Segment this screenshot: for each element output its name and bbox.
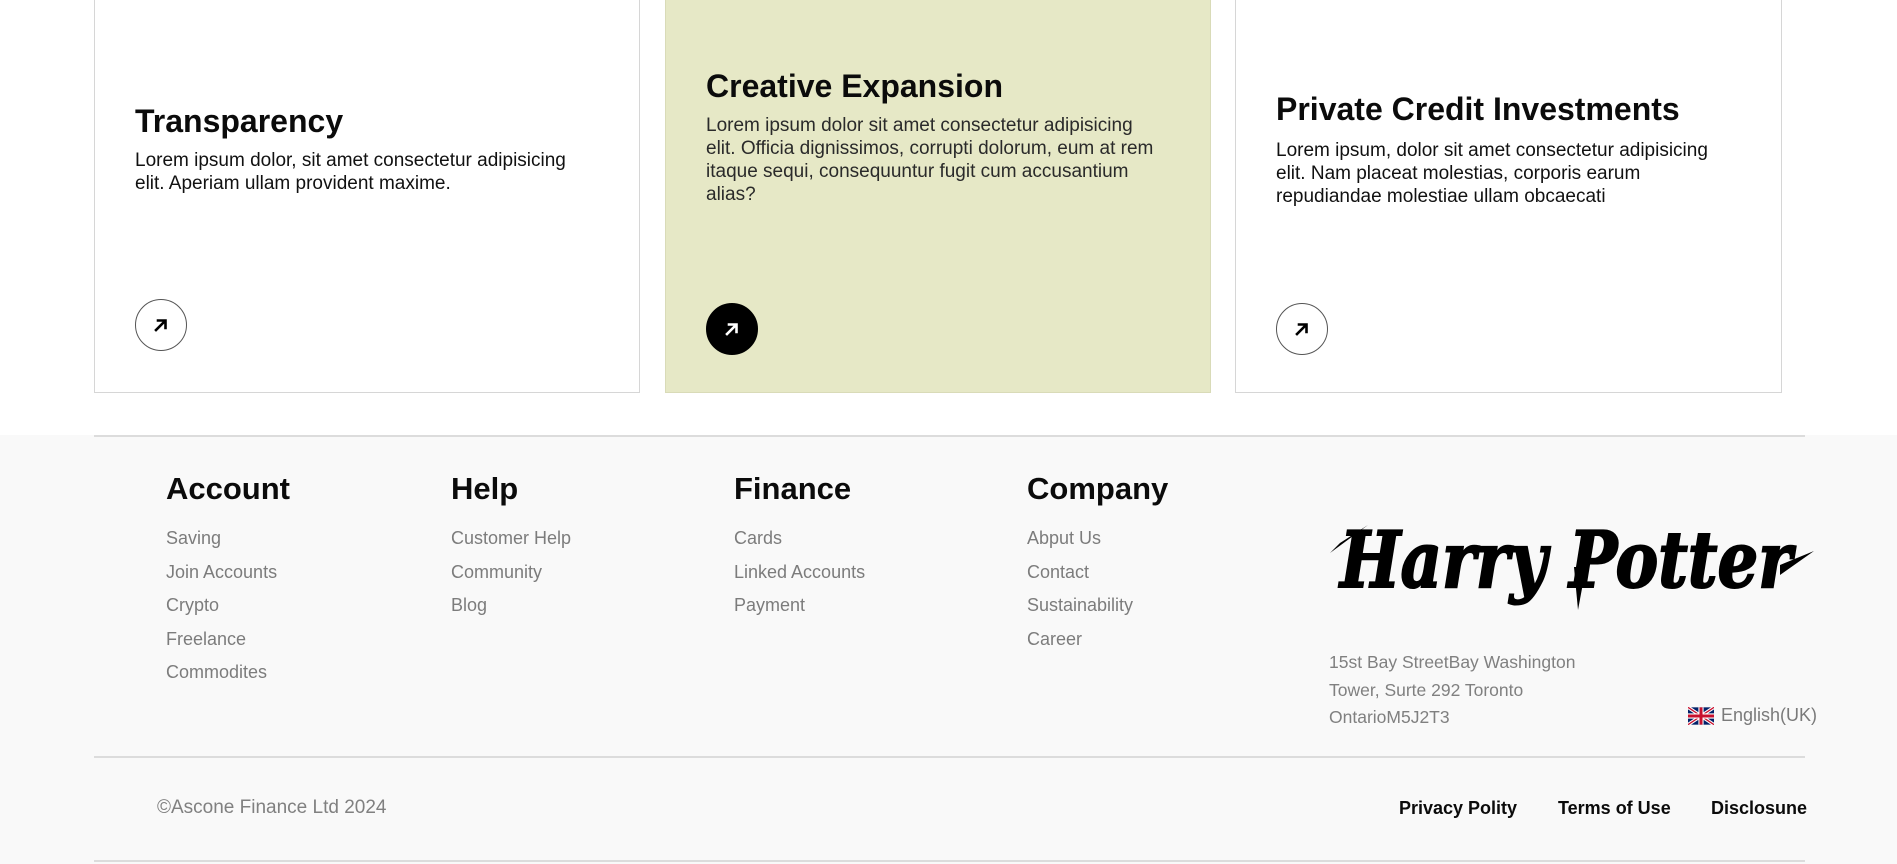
uk-flag-icon bbox=[1688, 706, 1714, 725]
footer-divider-top bbox=[94, 435, 1805, 437]
privacy-policy-link[interactable]: Privacy Polity bbox=[1399, 798, 1517, 819]
disclosure-link[interactable]: Disclosune bbox=[1711, 798, 1807, 819]
site-footer: Account Saving Join Accounts Crypto Free… bbox=[0, 435, 1897, 864]
terms-of-use-link[interactable]: Terms of Use bbox=[1558, 798, 1671, 819]
language-label: English(UK) bbox=[1721, 705, 1818, 725]
footer-column-finance: Finance Cards Linked Accounts Payment bbox=[734, 471, 865, 628]
address-line: Tower, Surte 292 Toronto bbox=[1329, 679, 1524, 700]
copyright-text: ©Ascone Finance Ltd 2024 bbox=[157, 797, 387, 818]
company-address: 15st Bay StreetBay Washington Tower, Sur… bbox=[1329, 649, 1575, 732]
language-selector[interactable]: English(UK) bbox=[1688, 705, 1817, 726]
footer-column-title: Company bbox=[1027, 471, 1169, 506]
footer-link[interactable]: Community bbox=[451, 561, 571, 595]
footer-link[interactable]: Freelance bbox=[166, 628, 290, 662]
card-title: Transparency bbox=[135, 103, 344, 139]
footer-column-company: Company Abput Us Contact Sustainability … bbox=[1027, 471, 1168, 661]
footer-column-title: Account bbox=[166, 471, 290, 506]
footer-divider-middle bbox=[94, 756, 1805, 758]
card-arrow-button[interactable] bbox=[706, 303, 758, 355]
footer-link[interactable]: Abput Us bbox=[1027, 527, 1168, 561]
footer-link[interactable]: Crypto bbox=[166, 594, 290, 628]
footer-link[interactable]: Payment bbox=[734, 594, 865, 628]
footer-column-title: Help bbox=[451, 471, 519, 506]
footer-link[interactable]: Linked Accounts bbox=[734, 561, 865, 595]
address-line: OntarioM5J2T3 bbox=[1329, 707, 1450, 727]
logo-text: Harry Potter bbox=[1338, 515, 1796, 606]
card-title: Private Credit Investments bbox=[1276, 91, 1680, 127]
card-text: Lorem ipsum, dolor sit amet consectetur … bbox=[1276, 140, 1708, 207]
footer-link[interactable]: Commodites bbox=[166, 661, 290, 695]
feature-card-creative-expansion: Creative Expansion Lorem ipsum dolor sit… bbox=[665, 0, 1211, 393]
features-section: Transparency Lorem ipsum dolor, sit amet… bbox=[0, 0, 1897, 435]
feature-card-private-credit: Private Credit Investments Lorem ipsum, … bbox=[1235, 0, 1782, 393]
feature-card-transparency: Transparency Lorem ipsum dolor, sit amet… bbox=[94, 0, 640, 393]
footer-link[interactable]: Customer Help bbox=[451, 527, 571, 561]
card-arrow-button[interactable] bbox=[1276, 303, 1328, 355]
brand-logo[interactable]: Harry Potter bbox=[1328, 505, 1816, 613]
footer-link[interactable]: Blog bbox=[451, 594, 571, 628]
arrow-up-right-icon bbox=[1295, 323, 1308, 336]
footer-divider-bottom bbox=[94, 860, 1805, 862]
footer-column-title: Finance bbox=[734, 471, 852, 506]
card-text: Lorem ipsum dolor, sit amet consectetur … bbox=[135, 150, 566, 194]
footer-column-account: Account Saving Join Accounts Crypto Free… bbox=[166, 471, 290, 695]
footer-column-help: Help Customer Help Community Blog bbox=[451, 471, 571, 628]
footer-link[interactable]: Join Accounts bbox=[166, 561, 290, 595]
footer-link[interactable]: Saving bbox=[166, 527, 290, 561]
card-title: Creative Expansion bbox=[706, 68, 1003, 104]
footer-link[interactable]: Sustainability bbox=[1027, 594, 1168, 628]
footer-link[interactable]: Contact bbox=[1027, 561, 1168, 595]
arrow-up-right-icon bbox=[154, 319, 167, 332]
arrow-up-right-icon bbox=[725, 323, 738, 336]
card-arrow-button[interactable] bbox=[135, 299, 187, 351]
address-line: 15st Bay StreetBay Washington bbox=[1329, 652, 1576, 672]
footer-link[interactable]: Career bbox=[1027, 628, 1168, 662]
card-text: Lorem ipsum dolor sit amet consectetur a… bbox=[706, 115, 1154, 205]
footer-link[interactable]: Cards bbox=[734, 527, 865, 561]
